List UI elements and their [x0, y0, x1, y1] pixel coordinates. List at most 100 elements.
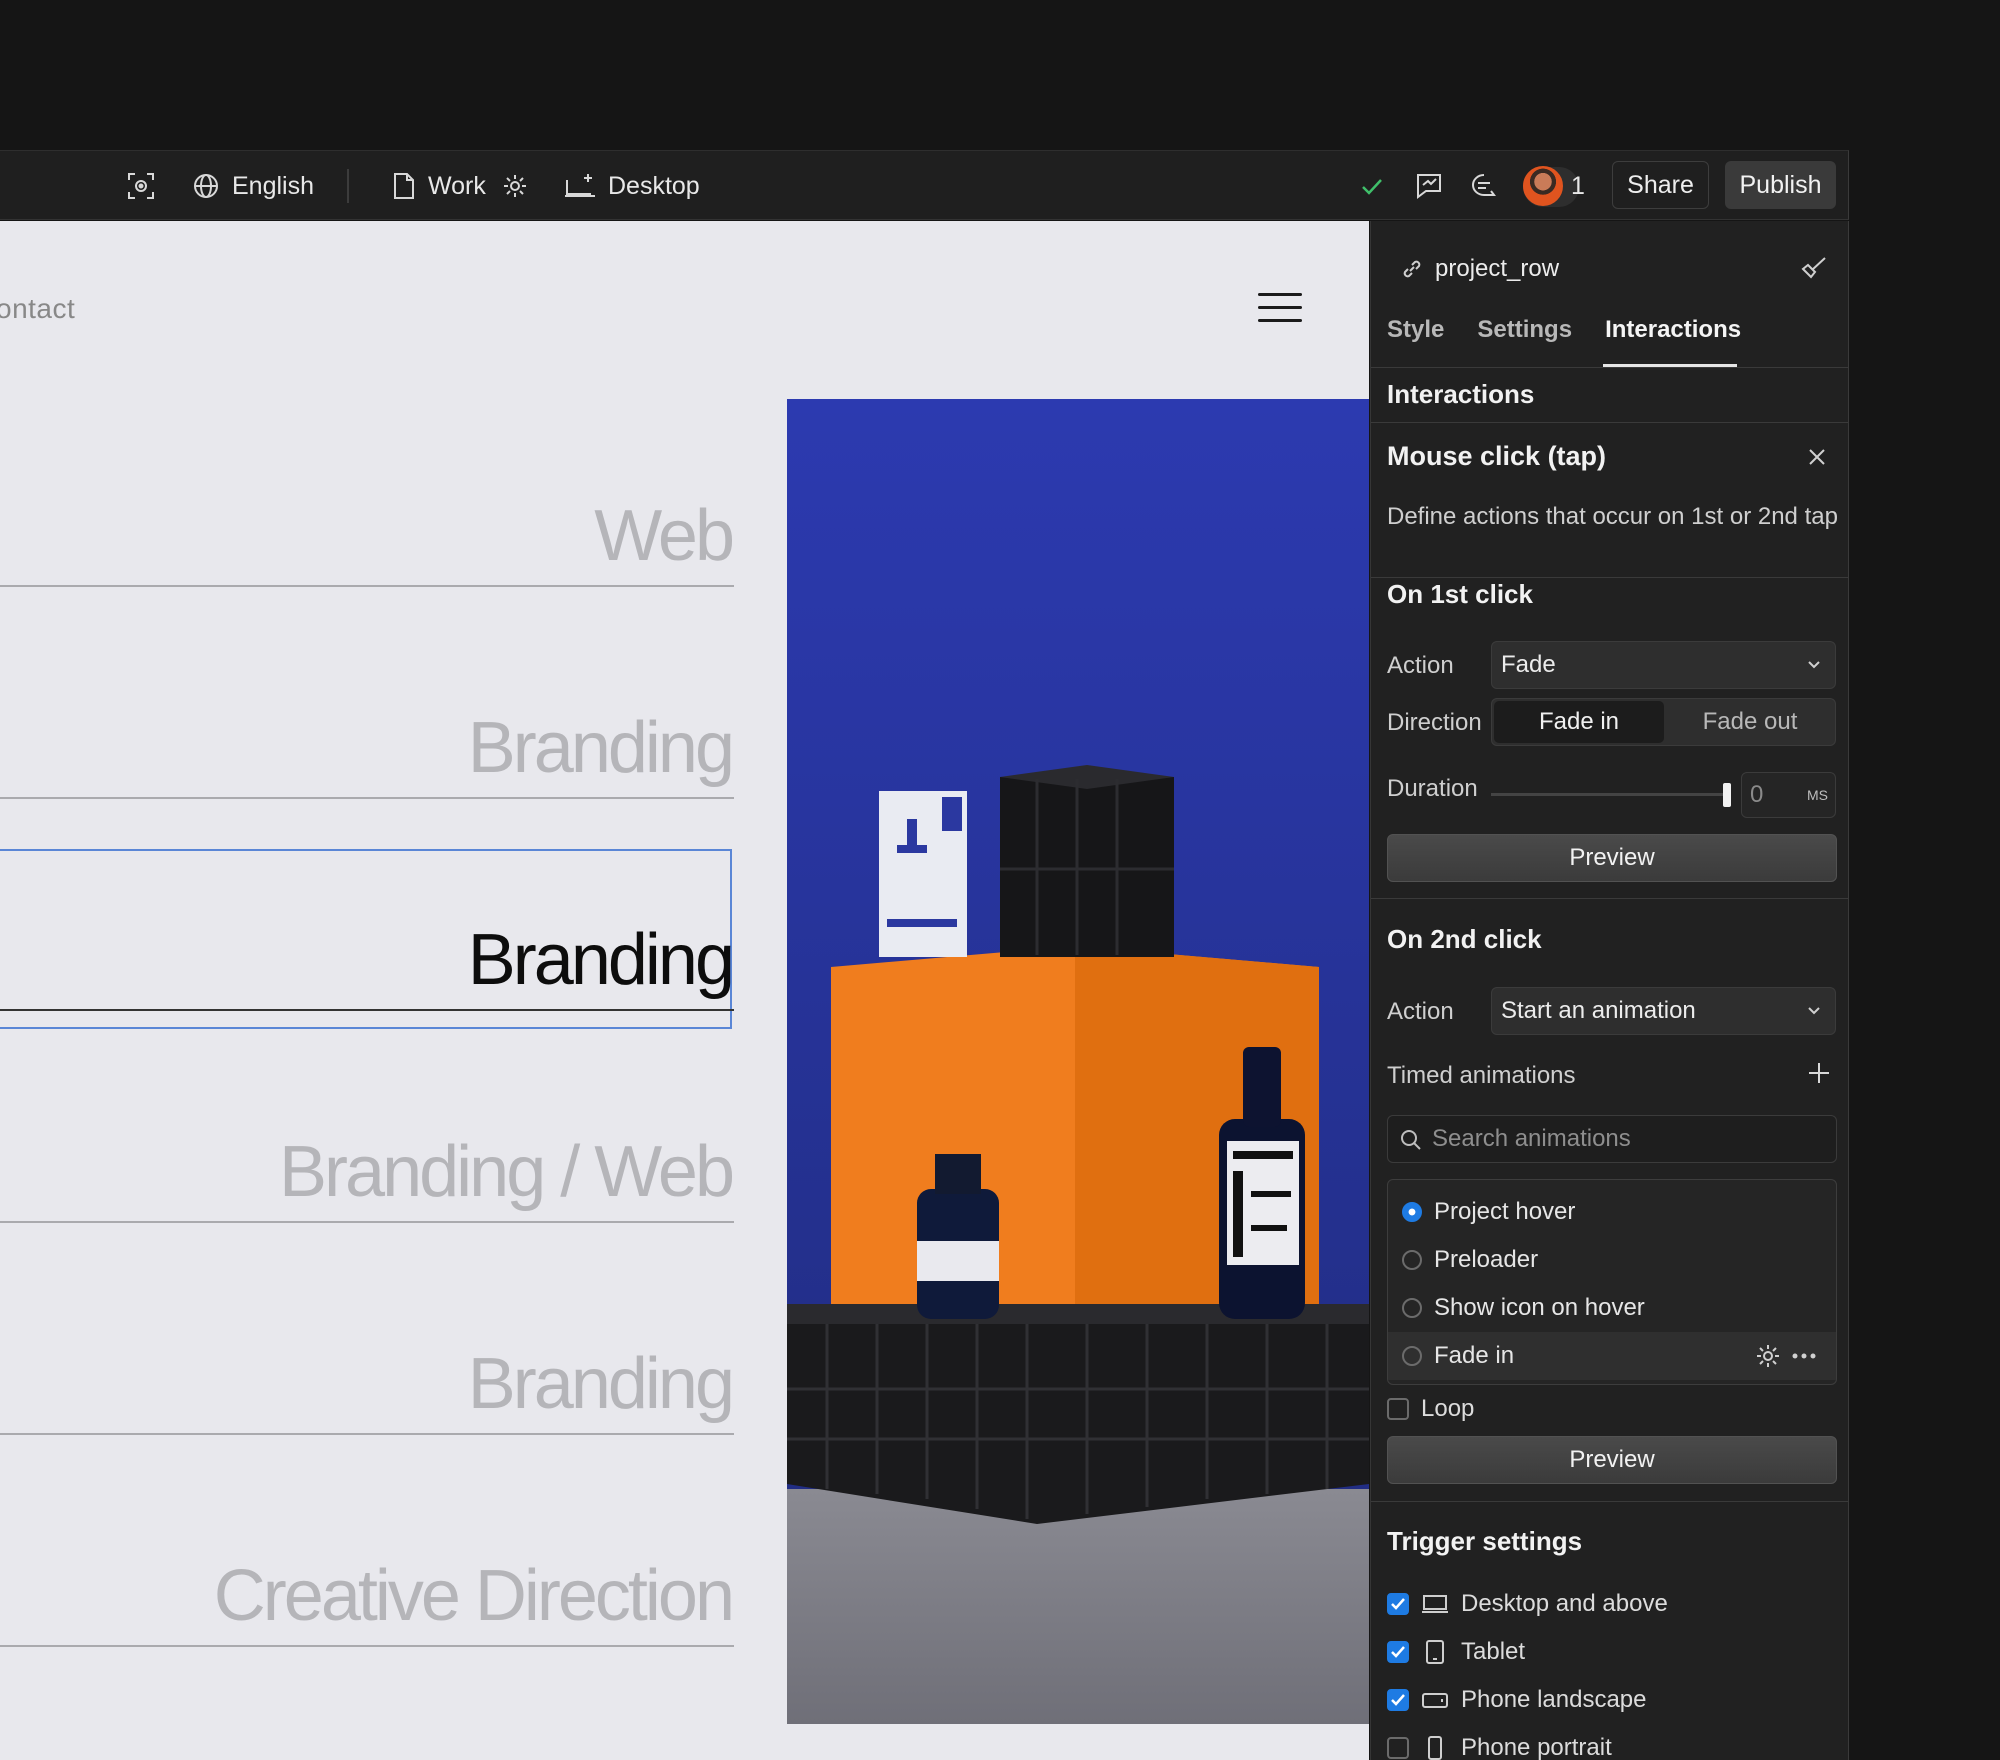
- device-label: Desktop and above: [1461, 1590, 1668, 1617]
- project-row-divider: [0, 797, 734, 799]
- checkbox-checked[interactable]: [1387, 1689, 1409, 1711]
- phone-landscape-icon: [1422, 1693, 1448, 1708]
- loop-checkbox[interactable]: [1387, 1398, 1409, 1420]
- first-click-title: On 1st click: [1387, 579, 1533, 609]
- device-option-tablet[interactable]: Tablet: [1387, 1635, 1525, 1669]
- link-icon: [1403, 260, 1421, 278]
- animation-item-hovered[interactable]: Fade in: [1388, 1332, 1836, 1380]
- nav-link-contact[interactable]: ontact: [0, 293, 75, 325]
- section-divider: [1371, 898, 1848, 899]
- desktop-breakpoint-icon: [565, 174, 595, 197]
- first-click-action-label: Action: [1387, 652, 1454, 679]
- comment-icon: [1472, 174, 1496, 196]
- remove-trigger-button[interactable]: [1807, 447, 1827, 472]
- radio[interactable]: [1402, 1250, 1422, 1270]
- comments-mode-button[interactable]: [1414, 151, 1444, 221]
- element-name: project_row: [1401, 255, 1559, 283]
- saved-status: [1358, 151, 1386, 221]
- device-option-phone-portrait[interactable]: Phone portrait: [1387, 1731, 1612, 1760]
- second-click-title: On 2nd click: [1387, 924, 1542, 954]
- search-icon: [1401, 1130, 1421, 1150]
- settings-panel: project_row Style Settings Interactions …: [1370, 221, 1849, 1760]
- hamburger-menu-icon[interactable]: [1258, 293, 1302, 325]
- collaborators-count: 1: [1571, 171, 1585, 200]
- comments-button[interactable]: [1469, 151, 1499, 221]
- direction-toggle: Fade in Fade out: [1491, 698, 1836, 746]
- second-click-action-select[interactable]: Start an animation: [1491, 987, 1836, 1035]
- project-row-label: Branding: [467, 708, 735, 788]
- publish-button[interactable]: Publish: [1725, 161, 1836, 209]
- project-row-divider: [0, 1645, 734, 1647]
- timed-animations-label: Timed animations: [1387, 1062, 1576, 1089]
- loop-option[interactable]: Loop: [1387, 1392, 1474, 1426]
- duration-slider-handle[interactable]: [1723, 783, 1731, 807]
- product-render-image: [787, 399, 1369, 1724]
- direction-fade-out[interactable]: Fade out: [1667, 701, 1833, 743]
- checkbox[interactable]: [1387, 1737, 1409, 1759]
- second-click-action-value: Start an animation: [1501, 997, 1696, 1024]
- project-image: [787, 399, 1369, 1724]
- search-animations-input[interactable]: Search animations: [1387, 1115, 1837, 1163]
- page-selector[interactable]: Work: [392, 151, 486, 221]
- plus-icon: [1809, 1063, 1829, 1083]
- gear-icon[interactable]: [1756, 1344, 1780, 1368]
- trigger-title: Mouse click (tap): [1387, 441, 1607, 471]
- tab-settings[interactable]: Settings: [1477, 316, 1572, 344]
- brush-icon: [1801, 257, 1826, 279]
- locale-selector[interactable]: English: [192, 151, 314, 221]
- page-icon: [394, 173, 414, 199]
- animation-name: Project hover: [1434, 1198, 1576, 1225]
- design-canvas[interactable]: ontact Web Branding Branding Branding / …: [0, 221, 1369, 1760]
- add-animation-button[interactable]: [1807, 1061, 1831, 1090]
- chevron-down-icon: [1808, 661, 1820, 669]
- project-row-label: Branding: [467, 1344, 735, 1424]
- toolbar-divider: [347, 169, 349, 203]
- collaborators[interactable]: 1: [1523, 151, 1585, 221]
- more-options-icon[interactable]: [1792, 1352, 1816, 1360]
- device-option-desktop[interactable]: Desktop and above: [1387, 1587, 1668, 1621]
- duration-slider-track[interactable]: [1491, 793, 1727, 796]
- breakpoint-label: Desktop: [608, 171, 700, 200]
- preview-mode-button[interactable]: [126, 151, 156, 221]
- device-option-phone-landscape[interactable]: Phone landscape: [1387, 1683, 1646, 1717]
- checkbox-checked[interactable]: [1387, 1593, 1409, 1615]
- section-title: Interactions: [1387, 379, 1535, 409]
- device-label: Phone portrait: [1461, 1734, 1612, 1760]
- project-row-label: Branding: [467, 920, 735, 1000]
- animation-item[interactable]: Project hover: [1388, 1188, 1836, 1236]
- trigger-header: Mouse click (tap) Define actions that oc…: [1371, 423, 1848, 578]
- project-row-divider: [0, 1433, 734, 1435]
- device-label: Phone landscape: [1461, 1686, 1647, 1713]
- radio-selected[interactable]: [1402, 1202, 1422, 1222]
- loop-label: Loop: [1421, 1395, 1475, 1422]
- interactions-section-header: Interactions: [1371, 368, 1848, 423]
- first-click-action-select[interactable]: Fade: [1491, 641, 1836, 689]
- gear-icon: [504, 175, 526, 197]
- duration-input[interactable]: 0 MS: [1741, 772, 1836, 818]
- duration-value: 0: [1750, 781, 1764, 808]
- style-brush-button[interactable]: [1799, 255, 1829, 286]
- second-click-preview-button[interactable]: Preview: [1387, 1436, 1837, 1484]
- avatar[interactable]: [1523, 166, 1563, 206]
- device-label: Tablet: [1461, 1638, 1526, 1665]
- checkbox-checked[interactable]: [1387, 1641, 1409, 1663]
- animation-name: Fade in: [1434, 1342, 1515, 1369]
- project-row-divider: [0, 1009, 734, 1011]
- animation-name: Show icon on hover: [1434, 1294, 1645, 1321]
- animation-item[interactable]: Show icon on hover: [1388, 1284, 1836, 1332]
- breakpoint-selector[interactable]: Desktop: [564, 151, 700, 221]
- first-click-preview-button[interactable]: Preview: [1387, 834, 1837, 882]
- project-row-label: Branding / Web: [279, 1132, 735, 1212]
- direction-fade-in[interactable]: Fade in: [1494, 701, 1664, 743]
- page-settings-button[interactable]: [502, 151, 528, 221]
- project-row-divider: [0, 585, 734, 587]
- element-name-label: project_row: [1435, 255, 1560, 282]
- tab-interactions[interactable]: Interactions: [1605, 316, 1741, 344]
- tab-style[interactable]: Style: [1387, 316, 1444, 344]
- direction-label: Direction: [1387, 709, 1482, 736]
- radio[interactable]: [1402, 1298, 1422, 1318]
- tablet-icon: [1426, 1640, 1444, 1664]
- radio[interactable]: [1402, 1346, 1422, 1366]
- animation-item[interactable]: Preloader: [1388, 1236, 1836, 1284]
- share-button[interactable]: Share: [1612, 161, 1709, 209]
